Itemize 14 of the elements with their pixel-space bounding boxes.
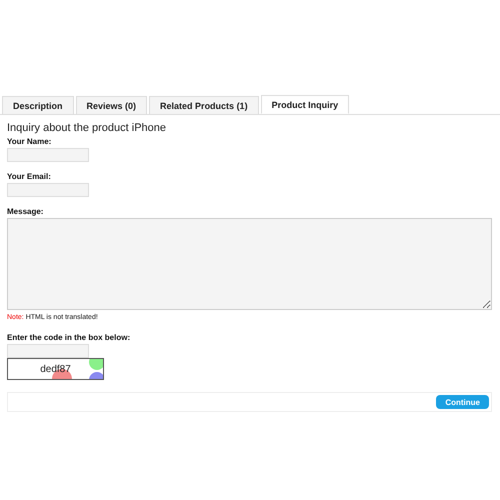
input-field[interactable] (7, 183, 89, 197)
field-label: Message: (7, 207, 44, 216)
captcha-field[interactable] (7, 344, 89, 358)
captcha-image: dedf87 (7, 358, 104, 380)
field-label: Your Name: (7, 137, 52, 146)
message-field[interactable] (7, 218, 492, 310)
heading: Inquiry about the product iPhone (7, 122, 168, 134)
tab[interactable]: Description (2, 96, 74, 114)
input-field[interactable] (7, 148, 89, 162)
field-label: Your Email: (7, 172, 52, 181)
field-label: Enter the code in the box below: (7, 333, 132, 342)
tab[interactable]: Reviews (0) (76, 96, 148, 114)
tab[interactable]: Related Products (1) (149, 96, 259, 114)
tab[interactable]: Product Inquiry (260, 95, 350, 114)
